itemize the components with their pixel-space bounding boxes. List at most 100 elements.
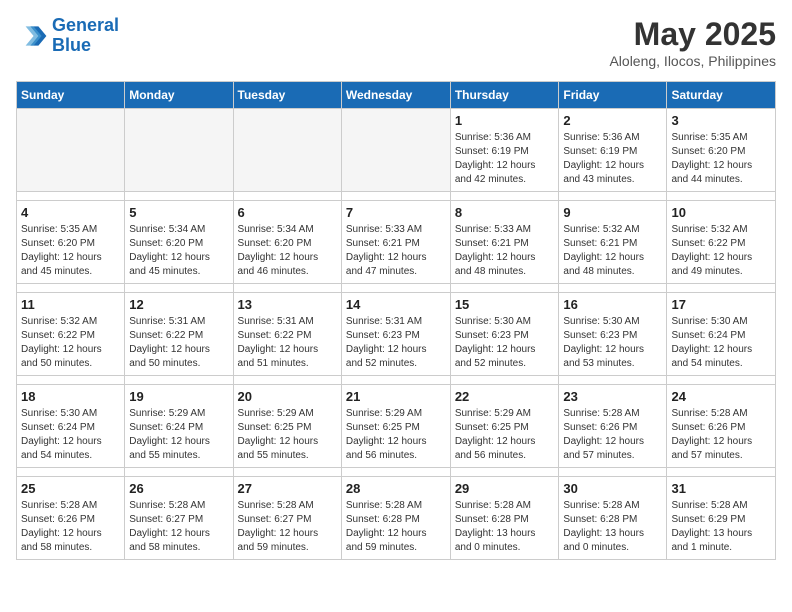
calendar-cell: 2 Sunrise: 5:36 AM Sunset: 6:19 PM Daylig… [559, 109, 667, 192]
day-number: 16 [563, 297, 662, 312]
calendar-table: SundayMondayTuesdayWednesdayThursdayFrid… [16, 81, 776, 560]
calendar-cell: 28 Sunrise: 5:28 AM Sunset: 6:28 PM Dayli… [341, 477, 450, 560]
day-info: Sunrise: 5:28 AM Sunset: 6:27 PM Dayligh… [129, 499, 228, 555]
day-info: Sunrise: 5:32 AM Sunset: 6:21 PM Dayligh… [563, 223, 662, 279]
day-info: Sunrise: 5:30 AM Sunset: 6:24 PM Dayligh… [21, 407, 120, 463]
weekday-header: Monday [125, 82, 233, 109]
calendar-cell: 20Sunrise: 5:29 AM Sunset: 6:25 PM Dayli… [233, 385, 341, 468]
day-info: Sunrise: 5:28 AM Sunset: 6:28 PM Dayligh… [563, 499, 662, 555]
calendar-cell: 13 Sunrise: 5:31 AM Sunset: 6:22 PM Dayli… [233, 293, 341, 376]
calendar-cell: 27Sunrise: 5:28 AM Sunset: 6:27 PM Dayli… [233, 477, 341, 560]
day-info: Sunrise: 5:28 AM Sunset: 6:26 PM Dayligh… [21, 499, 120, 555]
day-info: Sunrise: 5:28 AM Sunset: 6:28 PM Dayligh… [455, 499, 555, 555]
calendar-cell: 1 Sunrise: 5:36 AM Sunset: 6:19 PM Daylig… [450, 109, 559, 192]
calendar-cell: 9Sunrise: 5:32 AM Sunset: 6:21 PM Daylig… [559, 201, 667, 284]
calendar-week-row: 25 Sunrise: 5:28 AM Sunset: 6:26 PM Dayli… [17, 477, 776, 560]
day-info: Sunrise: 5:28 AM Sunset: 6:27 PM Dayligh… [238, 499, 337, 555]
day-info: Sunrise: 5:35 AM Sunset: 6:20 PM Dayligh… [21, 223, 120, 279]
day-number: 2 [563, 113, 662, 128]
week-divider [17, 284, 776, 293]
calendar-cell: 22 Sunrise: 5:29 AM Sunset: 6:25 PM Dayli… [450, 385, 559, 468]
day-info: Sunrise: 5:31 AM Sunset: 6:23 PM Dayligh… [346, 315, 446, 371]
day-number: 5 [129, 205, 228, 220]
day-number: 3 [671, 113, 771, 128]
calendar-week-row: 18Sunrise: 5:30 AM Sunset: 6:24 PM Dayli… [17, 385, 776, 468]
week-divider [17, 192, 776, 201]
day-info: Sunrise: 5:32 AM Sunset: 6:22 PM Dayligh… [21, 315, 120, 371]
calendar-cell [17, 109, 125, 192]
calendar-cell: 15 Sunrise: 5:30 AM Sunset: 6:23 PM Dayli… [450, 293, 559, 376]
calendar-cell: 17 Sunrise: 5:30 AM Sunset: 6:24 PM Dayli… [667, 293, 776, 376]
day-info: Sunrise: 5:28 AM Sunset: 6:28 PM Dayligh… [346, 499, 446, 555]
day-number: 28 [346, 481, 446, 496]
day-info: Sunrise: 5:34 AM Sunset: 6:20 PM Dayligh… [238, 223, 337, 279]
calendar-week-row: 11Sunrise: 5:32 AM Sunset: 6:22 PM Dayli… [17, 293, 776, 376]
day-info: Sunrise: 5:29 AM Sunset: 6:25 PM Dayligh… [238, 407, 337, 463]
day-number: 14 [346, 297, 446, 312]
day-number: 30 [563, 481, 662, 496]
calendar-cell: 5 Sunrise: 5:34 AM Sunset: 6:20 PM Daylig… [125, 201, 233, 284]
calendar-cell [125, 109, 233, 192]
day-info: Sunrise: 5:32 AM Sunset: 6:22 PM Dayligh… [671, 223, 771, 279]
day-number: 10 [671, 205, 771, 220]
day-number: 6 [238, 205, 337, 220]
day-info: Sunrise: 5:33 AM Sunset: 6:21 PM Dayligh… [346, 223, 446, 279]
calendar-cell: 18Sunrise: 5:30 AM Sunset: 6:24 PM Dayli… [17, 385, 125, 468]
day-number: 23 [563, 389, 662, 404]
day-info: Sunrise: 5:36 AM Sunset: 6:19 PM Dayligh… [563, 131, 662, 187]
weekday-header: Saturday [667, 82, 776, 109]
day-info: Sunrise: 5:28 AM Sunset: 6:29 PM Dayligh… [671, 499, 771, 555]
page-header: General Blue May 2025 Aloleng, Ilocos, P… [16, 16, 776, 69]
calendar-cell: 30 Sunrise: 5:28 AM Sunset: 6:28 PM Dayli… [559, 477, 667, 560]
weekday-header: Sunday [17, 82, 125, 109]
day-info: Sunrise: 5:31 AM Sunset: 6:22 PM Dayligh… [238, 315, 337, 371]
calendar-week-row: 4Sunrise: 5:35 AM Sunset: 6:20 PM Daylig… [17, 201, 776, 284]
day-info: Sunrise: 5:29 AM Sunset: 6:25 PM Dayligh… [346, 407, 446, 463]
day-info: Sunrise: 5:29 AM Sunset: 6:24 PM Dayligh… [129, 407, 228, 463]
day-number: 19 [129, 389, 228, 404]
day-number: 17 [671, 297, 771, 312]
day-number: 22 [455, 389, 555, 404]
calendar-cell: 19 Sunrise: 5:29 AM Sunset: 6:24 PM Dayli… [125, 385, 233, 468]
day-info: Sunrise: 5:30 AM Sunset: 6:23 PM Dayligh… [455, 315, 555, 371]
weekday-header: Friday [559, 82, 667, 109]
calendar-cell: 3Sunrise: 5:35 AM Sunset: 6:20 PM Daylig… [667, 109, 776, 192]
calendar-cell: 24Sunrise: 5:28 AM Sunset: 6:26 PM Dayli… [667, 385, 776, 468]
weekday-header: Thursday [450, 82, 559, 109]
day-info: Sunrise: 5:33 AM Sunset: 6:21 PM Dayligh… [455, 223, 555, 279]
day-number: 1 [455, 113, 555, 128]
day-number: 31 [671, 481, 771, 496]
calendar-cell: 16Sunrise: 5:30 AM Sunset: 6:23 PM Dayli… [559, 293, 667, 376]
calendar-cell [341, 109, 450, 192]
day-number: 21 [346, 389, 446, 404]
day-number: 13 [238, 297, 337, 312]
month-year: May 2025 [609, 16, 776, 53]
calendar-header-row: SundayMondayTuesdayWednesdayThursdayFrid… [17, 82, 776, 109]
calendar-cell: 11Sunrise: 5:32 AM Sunset: 6:22 PM Dayli… [17, 293, 125, 376]
weekday-header: Wednesday [341, 82, 450, 109]
calendar-cell: 21 Sunrise: 5:29 AM Sunset: 6:25 PM Dayli… [341, 385, 450, 468]
logo: General Blue [16, 16, 119, 56]
calendar-cell: 10 Sunrise: 5:32 AM Sunset: 6:22 PM Dayli… [667, 201, 776, 284]
day-number: 15 [455, 297, 555, 312]
day-info: Sunrise: 5:34 AM Sunset: 6:20 PM Dayligh… [129, 223, 228, 279]
day-number: 29 [455, 481, 555, 496]
day-number: 12 [129, 297, 228, 312]
day-info: Sunrise: 5:30 AM Sunset: 6:24 PM Dayligh… [671, 315, 771, 371]
calendar-cell: 12 Sunrise: 5:31 AM Sunset: 6:22 PM Dayli… [125, 293, 233, 376]
day-info: Sunrise: 5:28 AM Sunset: 6:26 PM Dayligh… [671, 407, 771, 463]
calendar-cell: 29 Sunrise: 5:28 AM Sunset: 6:28 PM Dayli… [450, 477, 559, 560]
calendar-cell: 26 Sunrise: 5:28 AM Sunset: 6:27 PM Dayli… [125, 477, 233, 560]
week-divider [17, 468, 776, 477]
day-info: Sunrise: 5:31 AM Sunset: 6:22 PM Dayligh… [129, 315, 228, 371]
logo-line1: General [52, 15, 119, 35]
calendar-cell: 31 Sunrise: 5:28 AM Sunset: 6:29 PM Dayli… [667, 477, 776, 560]
day-info: Sunrise: 5:36 AM Sunset: 6:19 PM Dayligh… [455, 131, 555, 187]
day-info: Sunrise: 5:29 AM Sunset: 6:25 PM Dayligh… [455, 407, 555, 463]
calendar-week-row: 1 Sunrise: 5:36 AM Sunset: 6:19 PM Daylig… [17, 109, 776, 192]
logo-line2: Blue [52, 35, 91, 55]
day-number: 25 [21, 481, 120, 496]
calendar-cell: 14 Sunrise: 5:31 AM Sunset: 6:23 PM Dayli… [341, 293, 450, 376]
calendar-cell [233, 109, 341, 192]
day-number: 26 [129, 481, 228, 496]
